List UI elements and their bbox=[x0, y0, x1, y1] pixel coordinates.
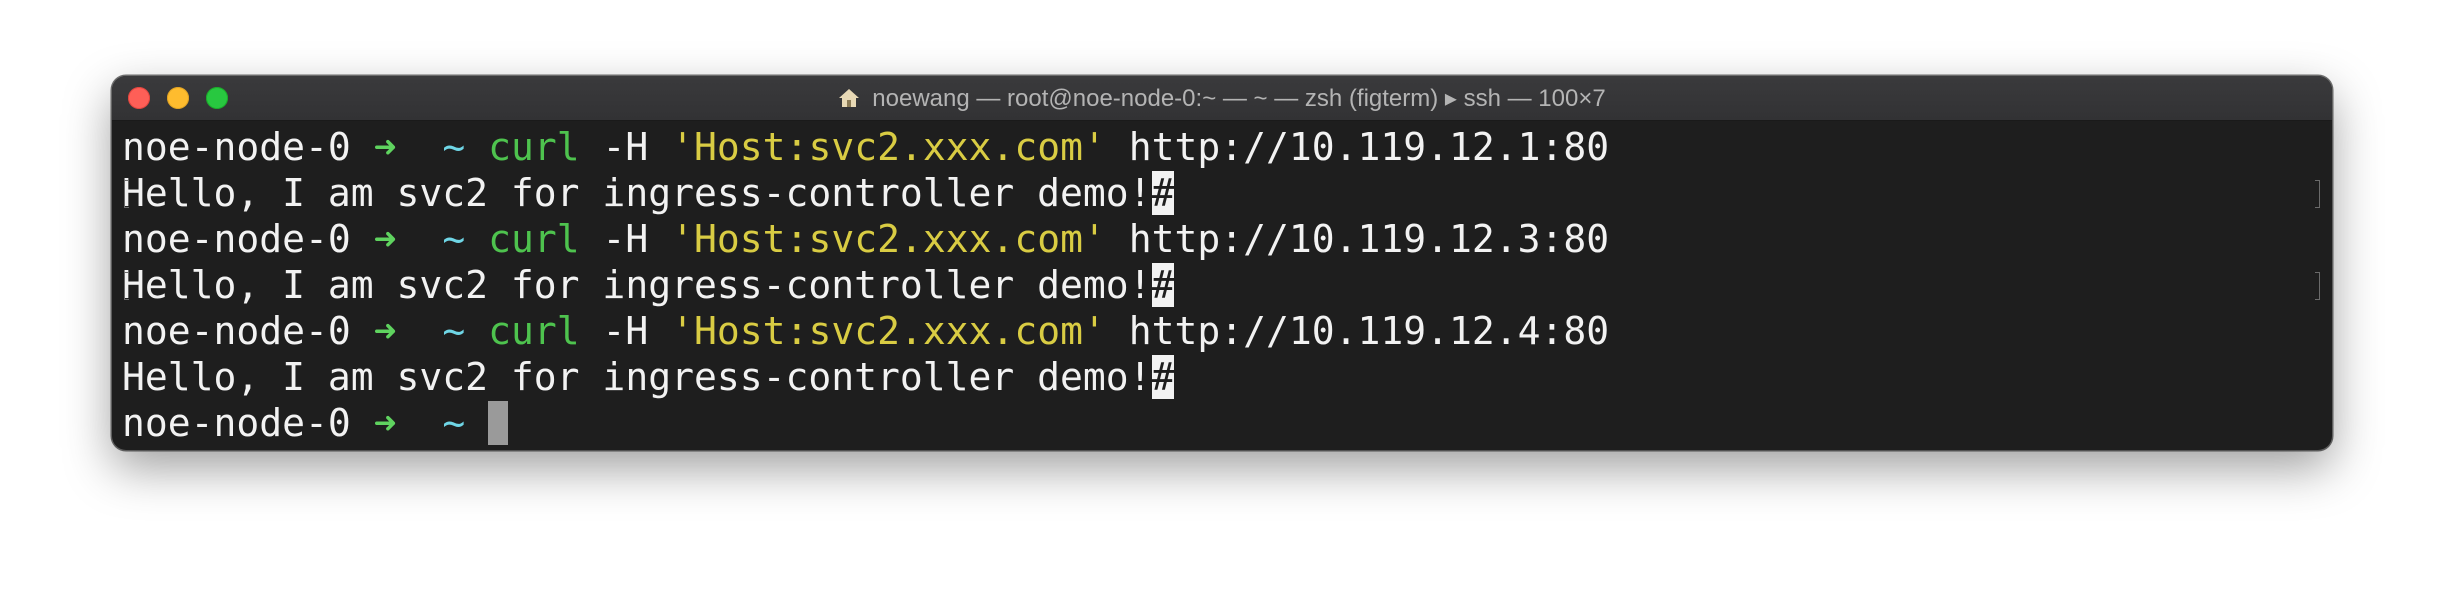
prompt-host: noe-node-0 bbox=[122, 401, 351, 445]
command-name: curl bbox=[488, 125, 580, 169]
command-url: http://10.119.12.4:80 bbox=[1128, 309, 1610, 353]
prompt-directory: ~ bbox=[442, 401, 466, 445]
selection-mark-right bbox=[2315, 180, 2320, 208]
text-cursor bbox=[488, 401, 509, 445]
prompt-directory: ~ bbox=[442, 309, 466, 353]
command-line: noe-node-0 ➜ ~ curl -H 'Host:svc2.xxx.co… bbox=[122, 124, 1609, 170]
window-title: noewang — root@noe-node-0:~ — ~ — zsh (f… bbox=[112, 76, 2332, 120]
selection-mark-left bbox=[124, 272, 129, 300]
command-flag: -H bbox=[602, 309, 649, 353]
no-newline-marker: # bbox=[1151, 171, 1175, 215]
command-name: curl bbox=[488, 309, 580, 353]
command-string-arg: 'Host:svc2.xxx.com' bbox=[671, 125, 1106, 169]
prompt-directory: ~ bbox=[442, 217, 466, 261]
home-folder-icon bbox=[839, 89, 860, 107]
command-url: http://10.119.12.3:80 bbox=[1128, 217, 1610, 261]
prompt-arrow: ➜ bbox=[373, 217, 397, 261]
output-text: Hello, I am svc2 for ingress-controller … bbox=[122, 263, 1152, 307]
prompt-arrow: ➜ bbox=[373, 401, 397, 445]
command-flag: -H bbox=[602, 217, 649, 261]
terminal-output[interactable]: noe-node-0 ➜ ~ curl -H 'Host:svc2.xxx.co… bbox=[122, 120, 2322, 450]
selection-mark-right bbox=[2315, 272, 2320, 300]
prompt-line[interactable]: noe-node-0 ➜ ~ bbox=[122, 400, 509, 446]
command-line: noe-node-0 ➜ ~ curl -H 'Host:svc2.xxx.co… bbox=[122, 308, 1609, 354]
prompt-arrow: ➜ bbox=[373, 309, 397, 353]
window-title-text: noewang — root@noe-node-0:~ — ~ — zsh (f… bbox=[872, 84, 1606, 112]
prompt-host: noe-node-0 bbox=[122, 217, 351, 261]
terminal-window[interactable]: noewang — root@noe-node-0:~ — ~ — zsh (f… bbox=[112, 76, 2332, 450]
command-flag: -H bbox=[602, 125, 649, 169]
output-line: Hello, I am svc2 for ingress-controller … bbox=[122, 354, 1175, 400]
command-line: noe-node-0 ➜ ~ curl -H 'Host:svc2.xxx.co… bbox=[122, 216, 1609, 262]
output-line: Hello, I am svc2 for ingress-controller … bbox=[122, 262, 1175, 308]
title-bar[interactable]: noewang — root@noe-node-0:~ — ~ — zsh (f… bbox=[112, 76, 2332, 121]
no-newline-marker: # bbox=[1151, 263, 1175, 307]
prompt-host: noe-node-0 bbox=[122, 309, 351, 353]
output-text: Hello, I am svc2 for ingress-controller … bbox=[122, 171, 1152, 215]
command-string-arg: 'Host:svc2.xxx.com' bbox=[671, 309, 1106, 353]
command-name: curl bbox=[488, 217, 580, 261]
output-line: Hello, I am svc2 for ingress-controller … bbox=[122, 170, 1175, 216]
prompt-host: noe-node-0 bbox=[122, 125, 351, 169]
selection-mark-left bbox=[124, 180, 129, 208]
output-text: Hello, I am svc2 for ingress-controller … bbox=[122, 355, 1152, 399]
prompt-directory: ~ bbox=[442, 125, 466, 169]
command-url: http://10.119.12.1:80 bbox=[1128, 125, 1610, 169]
command-string-arg: 'Host:svc2.xxx.com' bbox=[671, 217, 1106, 261]
no-newline-marker: # bbox=[1151, 355, 1175, 399]
prompt-arrow: ➜ bbox=[373, 125, 397, 169]
